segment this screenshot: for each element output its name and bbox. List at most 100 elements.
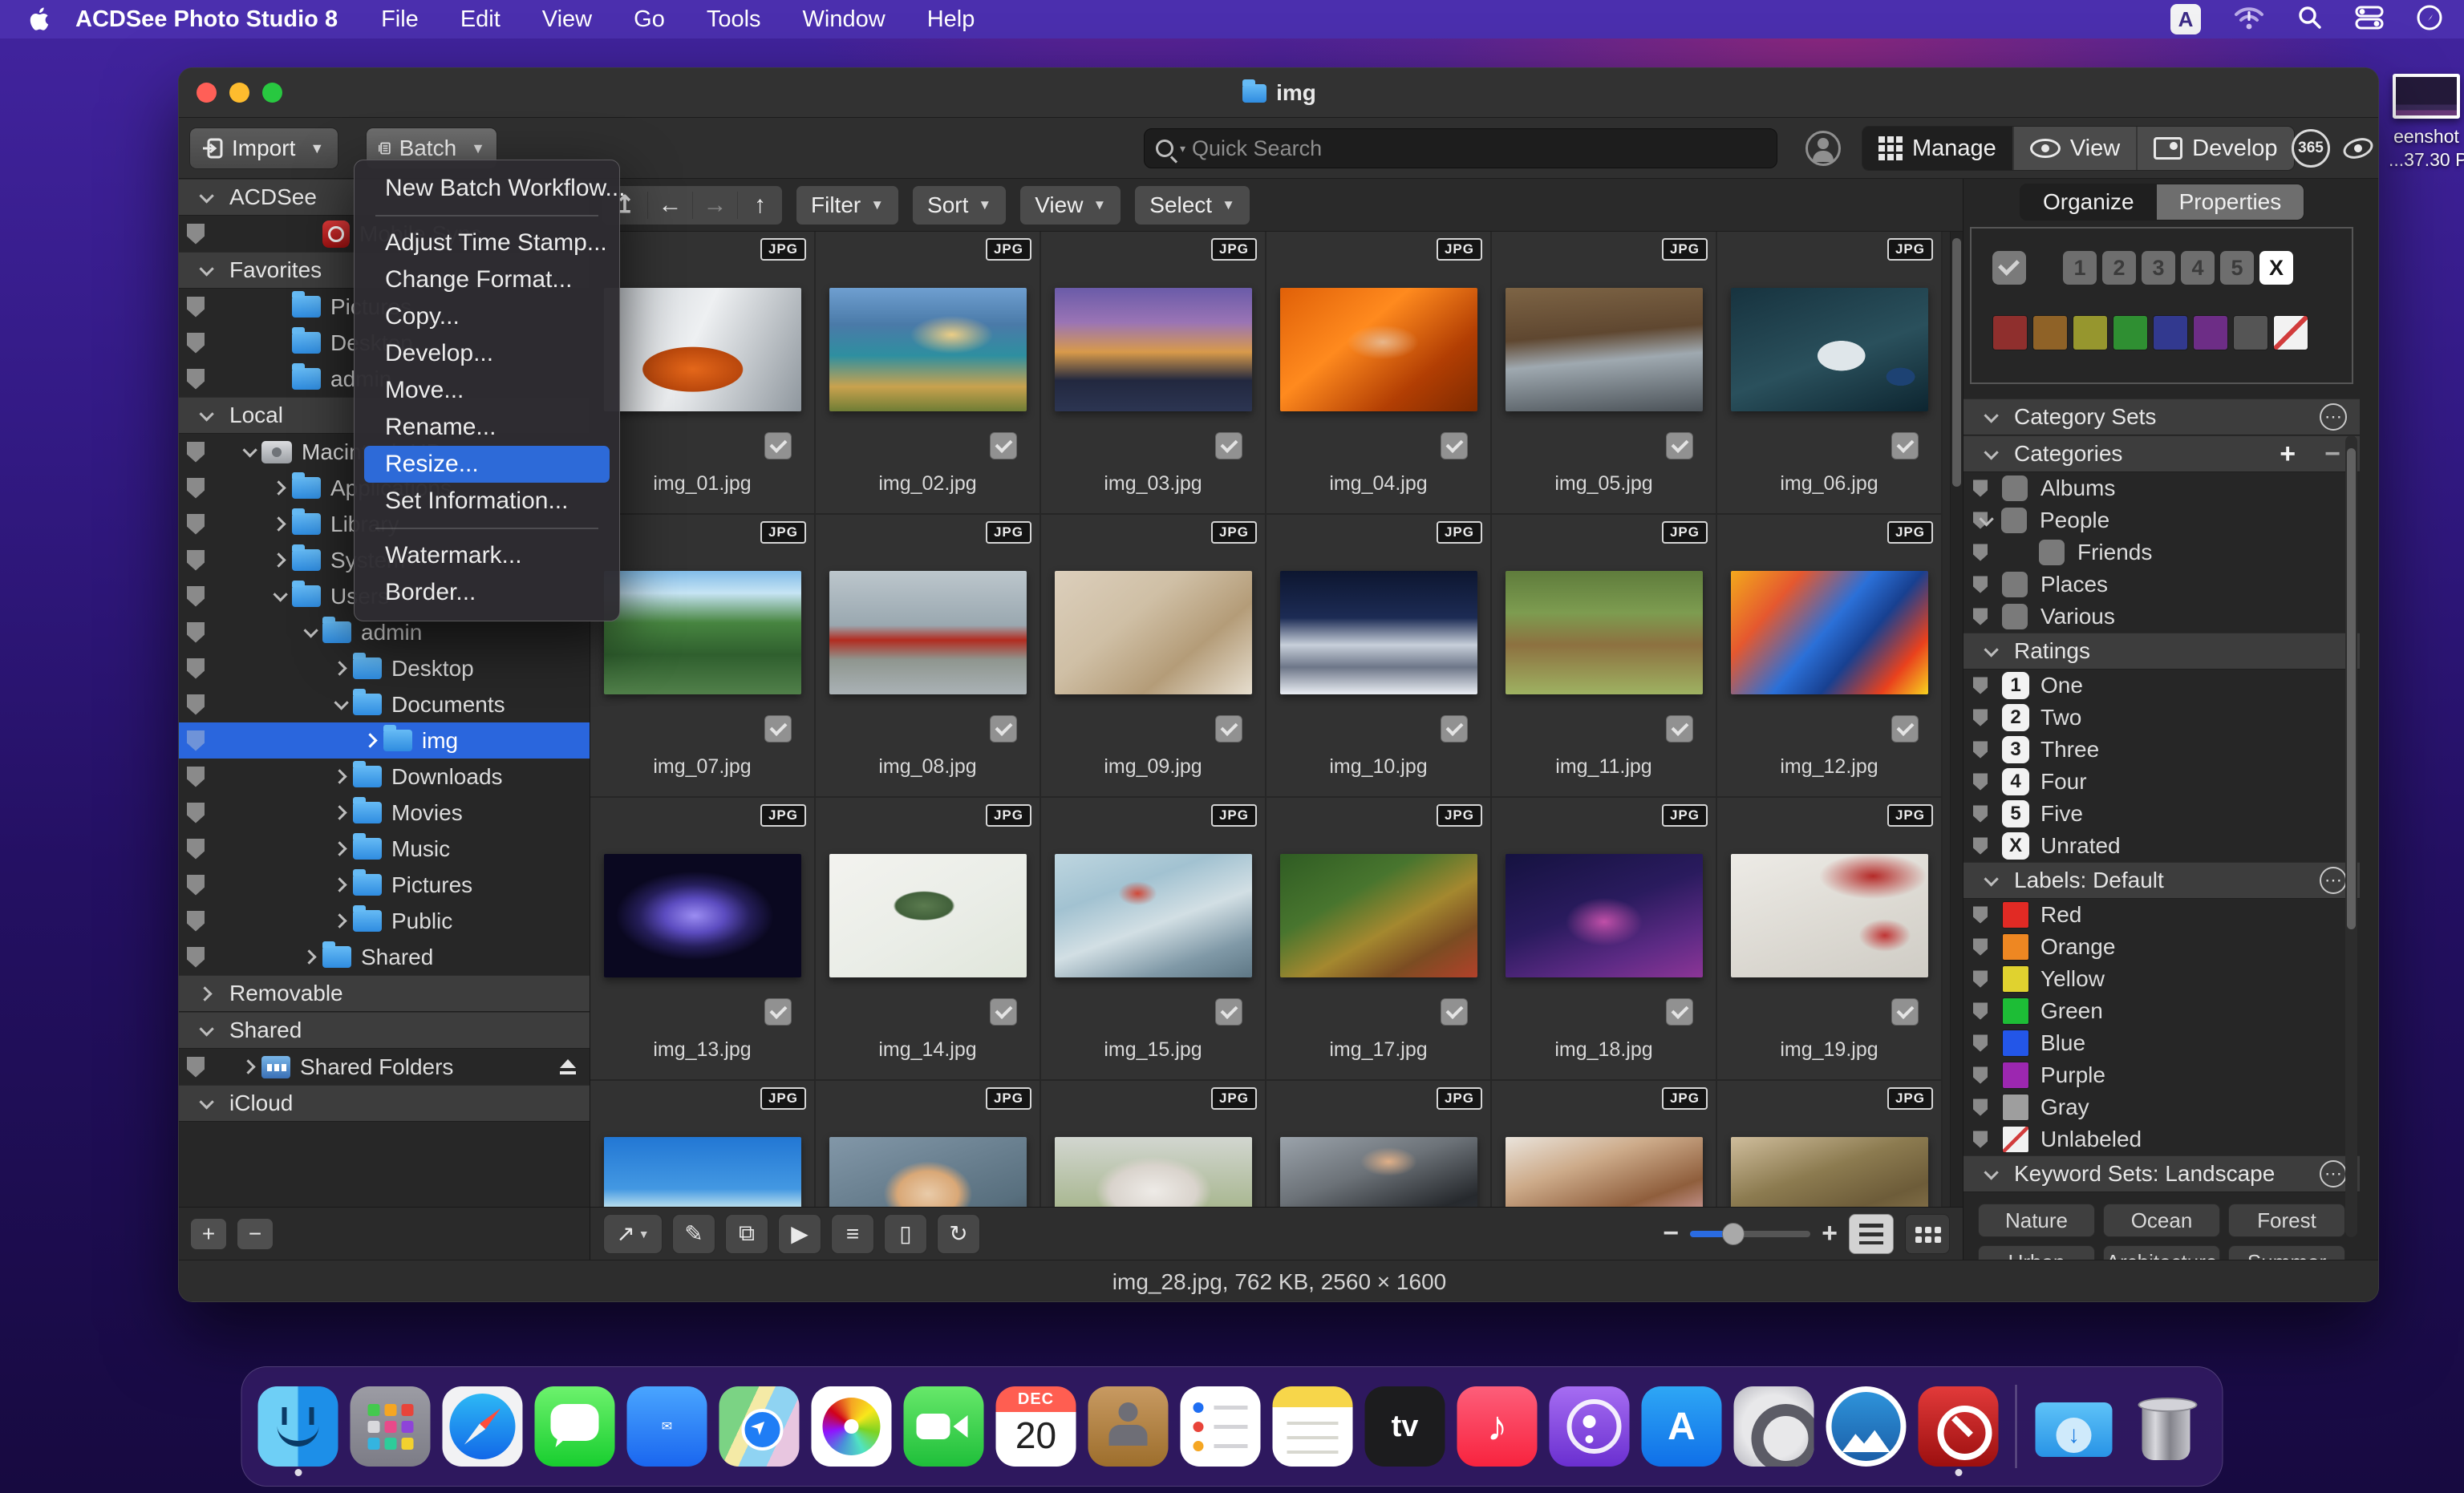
easy-select-marker[interactable] xyxy=(1973,1099,1988,1115)
photo-thumbnail[interactable] xyxy=(1506,571,1703,694)
zoom-out-button[interactable]: − xyxy=(1663,1218,1679,1249)
panel-item-places[interactable]: Places xyxy=(1964,568,2360,601)
dock-item-mail[interactable]: ✉ xyxy=(627,1377,707,1476)
easy-select-marker[interactable] xyxy=(187,442,205,463)
sidebar-item-music[interactable]: Music xyxy=(179,831,590,867)
category-checkbox[interactable] xyxy=(2002,604,2028,629)
chevron-right-icon[interactable] xyxy=(271,480,286,495)
photo-thumbnail[interactable] xyxy=(604,288,801,411)
keyword-summer[interactable]: Summer xyxy=(2228,1245,2345,1260)
chevron-right-icon[interactable] xyxy=(332,877,346,892)
selection-checkbox[interactable] xyxy=(1666,432,1693,459)
keyword-nature[interactable]: Nature xyxy=(1978,1204,2095,1237)
dock-item-downloads[interactable]: ↓ xyxy=(2034,1377,2114,1476)
keyword-ocean[interactable]: Ocean xyxy=(2103,1204,2220,1237)
chevron-right-icon[interactable] xyxy=(271,552,286,567)
photo-thumbnail[interactable] xyxy=(604,1137,801,1207)
filter-rating-1[interactable]: 1 xyxy=(2063,251,2097,285)
grid-cell[interactable]: JPG xyxy=(1266,1081,1492,1207)
photo-thumbnail[interactable] xyxy=(1280,854,1477,977)
grid-cell-img_14.jpg[interactable]: JPGimg_14.jpg xyxy=(816,798,1041,1081)
easy-select-marker[interactable] xyxy=(187,478,205,499)
grid-cell-img_02.jpg[interactable]: JPGimg_02.jpg xyxy=(816,232,1041,515)
nav-button-sort[interactable]: Sort▼ xyxy=(912,185,1007,225)
grid-cell[interactable]: JPG xyxy=(816,1081,1041,1207)
desktop-screenshot-file[interactable]: eenshot ...37.30 PM xyxy=(2389,74,2464,172)
panel-item-friends[interactable]: Friends xyxy=(1964,536,2360,568)
dock-item-podcasts[interactable] xyxy=(1550,1377,1630,1476)
chevron-down-icon[interactable] xyxy=(303,623,318,637)
chevron-down-icon[interactable] xyxy=(273,587,287,601)
panel-item-two[interactable]: 2Two xyxy=(1964,702,2360,734)
grid-cell-img_07.jpg[interactable]: JPGimg_07.jpg xyxy=(590,515,816,798)
menu-item-set-information-[interactable]: Set Information... xyxy=(364,483,610,520)
easy-select-marker[interactable] xyxy=(1973,709,1988,726)
sidebar-item-pictures[interactable]: Pictures xyxy=(179,867,590,903)
grid-cell-img_11.jpg[interactable]: JPGimg_11.jpg xyxy=(1492,515,1717,798)
edit-tool-button[interactable]: ⧉ xyxy=(725,1214,768,1254)
easy-select-marker[interactable] xyxy=(187,839,205,860)
photo-thumbnail[interactable] xyxy=(1055,288,1252,411)
easy-select-marker[interactable] xyxy=(1973,805,1988,822)
menubar-menu-file[interactable]: File xyxy=(381,6,419,33)
photo-thumbnail[interactable] xyxy=(1280,571,1477,694)
easy-select-marker[interactable] xyxy=(1973,837,1988,854)
grid-cell[interactable]: JPG xyxy=(1717,1081,1943,1207)
selection-checkbox[interactable] xyxy=(1441,432,1468,459)
remove-category-icon[interactable]: − xyxy=(2324,439,2340,470)
easy-select-marker[interactable] xyxy=(187,1057,205,1078)
easy-select-marker[interactable] xyxy=(187,658,205,679)
grid-scrollbar-thumb[interactable] xyxy=(1952,238,1961,487)
zoom-in-button[interactable]: + xyxy=(1822,1218,1838,1249)
menubar-menu-edit[interactable]: Edit xyxy=(460,6,500,33)
panel-item-one[interactable]: 1One xyxy=(1964,670,2360,702)
panel-item-green[interactable]: Green xyxy=(1964,995,2360,1027)
clock-status-icon[interactable] xyxy=(2416,4,2443,35)
title-bar[interactable]: img xyxy=(179,68,2379,118)
export-button[interactable]: ↗▼ xyxy=(603,1214,663,1254)
sidebar-item-documents[interactable]: Documents xyxy=(179,686,590,722)
sidebar-section-icloud[interactable]: iCloud xyxy=(179,1085,590,1122)
grid-cell-img_04.jpg[interactable]: JPGimg_04.jpg xyxy=(1266,232,1492,515)
photo-thumbnail[interactable] xyxy=(1055,571,1252,694)
easy-select-marker[interactable] xyxy=(1973,544,1988,560)
dock-item-notes[interactable] xyxy=(1273,1377,1353,1476)
easy-select-marker[interactable] xyxy=(1973,608,1988,625)
selection-checkbox[interactable] xyxy=(1891,432,1919,459)
filter-color-1[interactable] xyxy=(2032,315,2068,350)
menu-item-new-batch-workflow-[interactable]: New Batch Workflow... xyxy=(364,170,610,207)
grid-cell-img_17.jpg[interactable]: JPGimg_17.jpg xyxy=(1266,798,1492,1081)
keyword-architecture[interactable]: Architecture xyxy=(2103,1245,2220,1260)
category-checkbox[interactable] xyxy=(2039,540,2065,565)
panel-item-purple[interactable]: Purple xyxy=(1964,1059,2360,1091)
chevron-right-icon[interactable] xyxy=(302,949,316,964)
easy-select-marker[interactable] xyxy=(187,224,205,245)
menu-item-rename-[interactable]: Rename... xyxy=(364,409,610,446)
category-checkbox[interactable] xyxy=(2002,475,2028,501)
menu-item-watermark-[interactable]: Watermark... xyxy=(364,537,610,574)
panel-scrollbar[interactable] xyxy=(2345,435,2357,1237)
sidebar-section-shared[interactable]: Shared xyxy=(179,1012,590,1049)
sync-eye-button[interactable] xyxy=(2340,131,2377,166)
photo-thumbnail[interactable] xyxy=(1280,1137,1477,1207)
dock-item-music[interactable]: ♪ xyxy=(1457,1377,1538,1476)
menu-item-move-[interactable]: Move... xyxy=(364,372,610,409)
dock-item-trash[interactable] xyxy=(2126,1377,2207,1476)
filter-rating-none[interactable]: X xyxy=(2259,251,2293,285)
photo-thumbnail[interactable] xyxy=(1506,288,1703,411)
panel-section-categories[interactable]: Categories+− xyxy=(1964,435,2360,472)
chevron-right-icon[interactable] xyxy=(332,913,346,928)
panel-item-various[interactable]: Various xyxy=(1964,601,2360,633)
chevron-right-icon[interactable] xyxy=(332,661,346,675)
import-button[interactable]: Import▼ xyxy=(189,127,338,169)
add-folder-button[interactable]: + xyxy=(190,1218,227,1250)
zoom-slider-thumb[interactable] xyxy=(1722,1223,1745,1245)
tab-organize[interactable]: Organize xyxy=(2020,184,2157,220)
menu-item-adjust-time-stamp-[interactable]: Adjust Time Stamp... xyxy=(364,225,610,261)
panel-item-yellow[interactable]: Yellow xyxy=(1964,963,2360,995)
refresh-button[interactable]: ↻ xyxy=(937,1214,980,1254)
easy-select-marker[interactable] xyxy=(1973,479,1988,496)
panel-item-red[interactable]: Red xyxy=(1964,899,2360,931)
chevron-right-icon[interactable] xyxy=(363,733,377,747)
selection-checkbox[interactable] xyxy=(1215,998,1242,1026)
